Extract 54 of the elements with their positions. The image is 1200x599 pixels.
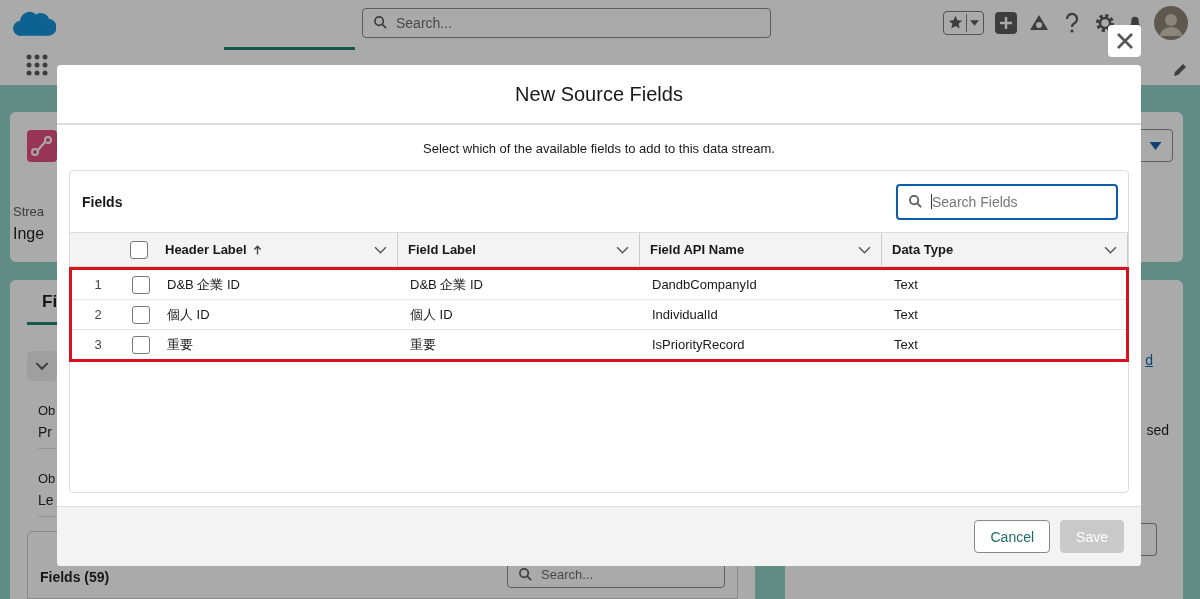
search-icon [908,194,923,209]
favorites-button[interactable] [943,10,984,35]
table-cell-text: 個人 ID [166,305,211,324]
table-cell-text: Text [893,307,919,322]
caret-icon [970,19,979,26]
settings-icon[interactable] [1094,11,1116,34]
row-number: 1 [93,277,103,292]
table-cell-text: Text [893,277,919,292]
table-cell-text: D&B 企業 ID [409,275,484,294]
checkbox[interactable] [129,240,148,259]
close-button[interactable] [1108,25,1141,57]
table-cell-text: IndividualId [651,307,719,322]
card-title: Fields (59) [40,569,110,585]
field-value: Inge [13,225,46,243]
column-header[interactable]: Field API Name [640,233,882,266]
app-launcher-icon[interactable] [26,54,48,76]
table-cell-text: Text [893,337,919,352]
table-cell-text: IsPriorityRecord [651,337,746,352]
row-number: 2 [93,307,103,322]
table-cell-text: 重要 [409,335,437,354]
close-icon [1114,31,1135,51]
search-icon [518,566,533,582]
row-number: 3 [93,337,103,352]
search-field[interactable]: Search Fields [896,183,1118,220]
field-value: Le [38,492,55,508]
column-header[interactable]: Data Type [882,233,1128,266]
instruction-text: Select which of the available fields to add to this data stream. [423,141,775,156]
table-cell-text: D&B 企業 ID [166,275,241,294]
field-value: Pr [38,424,53,440]
plus-icon[interactable] [995,11,1017,34]
modal-title: New Source Fields [515,82,683,106]
table-cell-text: 重要 [166,335,194,354]
column-header[interactable]: Header Label [155,233,398,266]
chevron-down-icon [35,361,49,371]
field-label: Ob [38,471,57,486]
star-icon [948,15,963,30]
collapse-button[interactable] [27,351,57,381]
search-icon [373,15,388,30]
global-search-field[interactable]: Search... [362,7,771,38]
checkbox[interactable] [131,275,150,294]
column-header[interactable]: Field Label [398,233,640,266]
cancel-button[interactable]: Cancel [974,520,1051,553]
link[interactable]: d [1145,352,1153,368]
caret-icon [1148,141,1162,150]
checkbox[interactable] [131,335,150,354]
table-cell-text: DandbCompanyId [651,277,758,292]
table-cell-text: 個人 ID [409,305,454,324]
description-text: sed [1146,422,1169,438]
pencil-icon[interactable] [1172,62,1188,78]
field-label: Ob [38,403,57,418]
checkbox[interactable] [131,305,150,324]
avatar-icon[interactable] [1154,5,1188,40]
field-label: Strea [13,204,46,219]
card-title: Fields [82,193,123,210]
